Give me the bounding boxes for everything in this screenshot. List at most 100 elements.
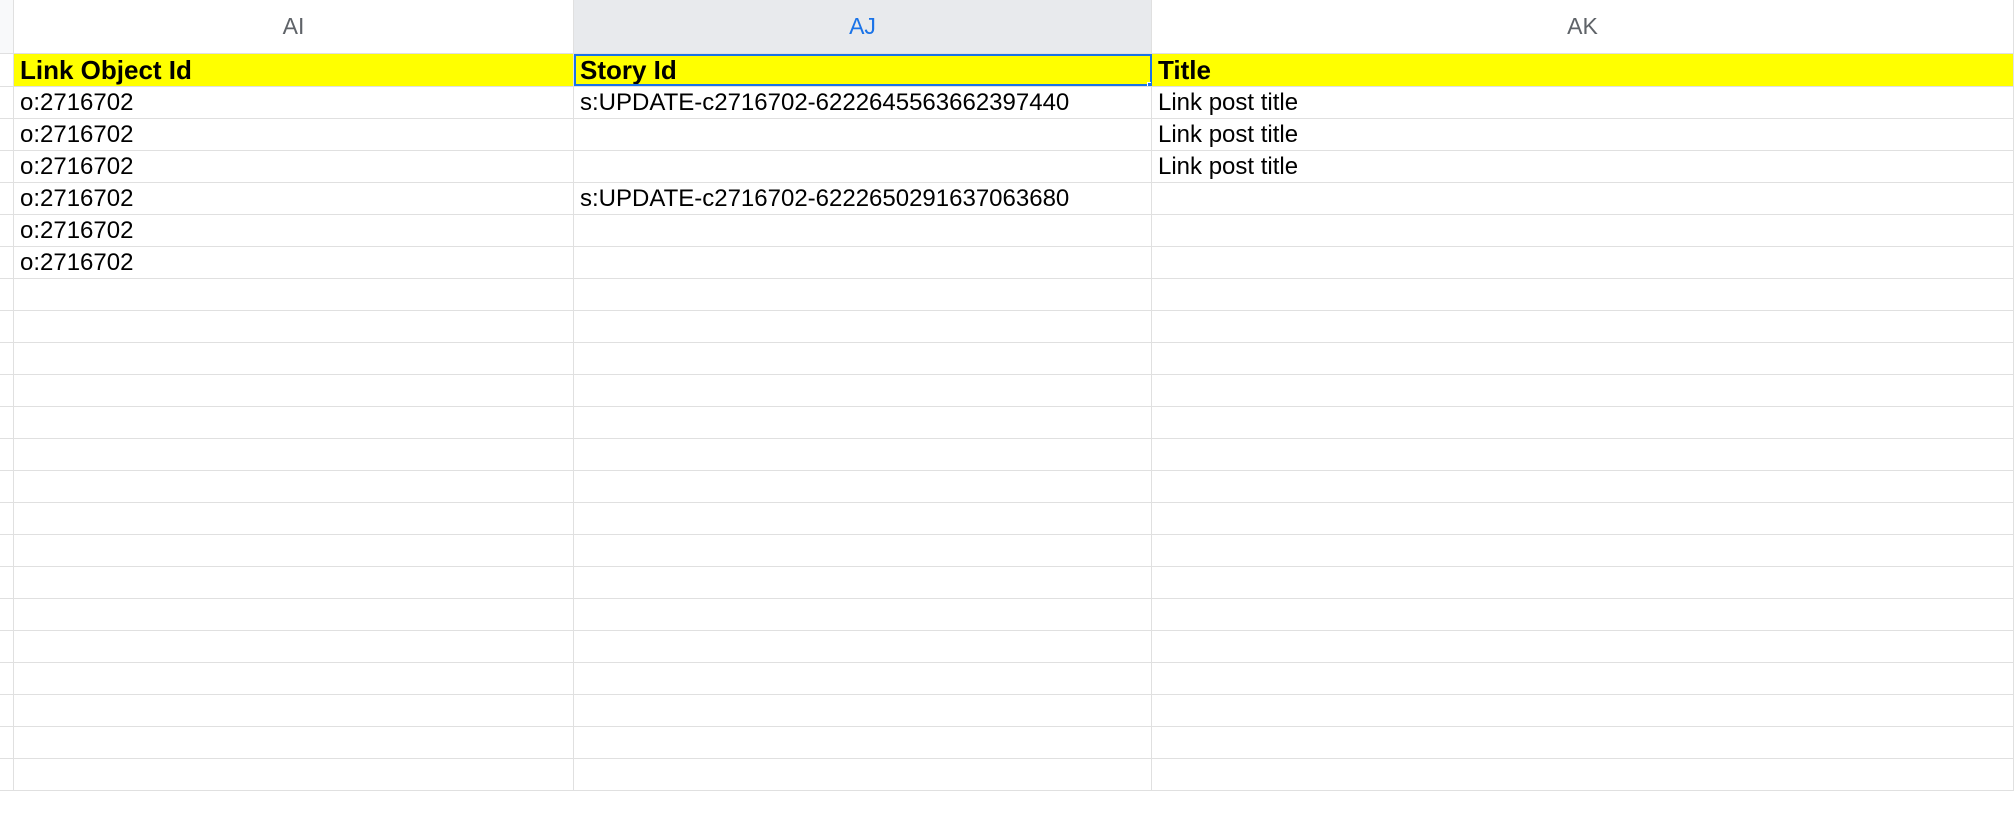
cell[interactable]: [1152, 247, 2014, 278]
row-header[interactable]: [0, 759, 14, 790]
header-cell-title[interactable]: Title: [1152, 54, 2014, 86]
cell[interactable]: o:2716702: [14, 119, 574, 150]
cell[interactable]: [14, 407, 574, 438]
cell[interactable]: [14, 471, 574, 502]
cell[interactable]: [574, 407, 1152, 438]
row-header[interactable]: [0, 407, 14, 438]
cell[interactable]: Link post title: [1152, 151, 2014, 182]
cell[interactable]: [574, 119, 1152, 150]
header-cell-link-object-id[interactable]: Link Object Id: [14, 54, 574, 86]
cell[interactable]: o:2716702: [14, 215, 574, 246]
cell[interactable]: [574, 215, 1152, 246]
cell[interactable]: [574, 727, 1152, 758]
row-header[interactable]: [0, 87, 14, 118]
cell[interactable]: [574, 311, 1152, 342]
cell[interactable]: [1152, 503, 2014, 534]
cell[interactable]: [574, 279, 1152, 310]
cell[interactable]: [1152, 471, 2014, 502]
row-header[interactable]: [0, 439, 14, 470]
cell[interactable]: [1152, 599, 2014, 630]
cell[interactable]: [14, 759, 574, 790]
row-header[interactable]: [0, 54, 14, 86]
column-header-ak[interactable]: AK: [1152, 0, 2014, 53]
row-header[interactable]: [0, 119, 14, 150]
row-header[interactable]: [0, 151, 14, 182]
cell[interactable]: [1152, 311, 2014, 342]
row-header[interactable]: [0, 343, 14, 374]
row-header[interactable]: [0, 375, 14, 406]
cell[interactable]: [574, 695, 1152, 726]
cell[interactable]: [1152, 727, 2014, 758]
cell[interactable]: [574, 535, 1152, 566]
row-header[interactable]: [0, 503, 14, 534]
row-header[interactable]: [0, 695, 14, 726]
cell[interactable]: [574, 375, 1152, 406]
row-header[interactable]: [0, 183, 14, 214]
cell[interactable]: [574, 471, 1152, 502]
row-header[interactable]: [0, 471, 14, 502]
table-row: [0, 439, 2014, 471]
row-header[interactable]: [0, 279, 14, 310]
cell[interactable]: o:2716702: [14, 183, 574, 214]
cell[interactable]: o:2716702: [14, 87, 574, 118]
cell[interactable]: [14, 567, 574, 598]
column-header-ai[interactable]: AI: [14, 0, 574, 53]
cell[interactable]: [14, 375, 574, 406]
cell[interactable]: [14, 727, 574, 758]
cell[interactable]: [1152, 215, 2014, 246]
cell[interactable]: [1152, 535, 2014, 566]
cell[interactable]: [1152, 631, 2014, 662]
table-row: o:2716702 s:UPDATE-c2716702-622265029163…: [0, 183, 2014, 215]
grid: Link Object Id Story Id Title o:2716702 …: [0, 54, 2014, 820]
cell[interactable]: s:UPDATE-c2716702-6222650291637063680: [574, 183, 1152, 214]
cell[interactable]: [1152, 279, 2014, 310]
row-header[interactable]: [0, 727, 14, 758]
corner-cell[interactable]: [0, 0, 14, 53]
cell[interactable]: [574, 759, 1152, 790]
cell[interactable]: [14, 439, 574, 470]
cell[interactable]: [14, 503, 574, 534]
cell[interactable]: [14, 663, 574, 694]
cell[interactable]: [574, 247, 1152, 278]
row-header[interactable]: [0, 311, 14, 342]
cell[interactable]: [574, 439, 1152, 470]
cell[interactable]: [574, 567, 1152, 598]
cell[interactable]: [1152, 343, 2014, 374]
cell[interactable]: [1152, 439, 2014, 470]
cell[interactable]: [1152, 183, 2014, 214]
cell[interactable]: [1152, 695, 2014, 726]
row-header[interactable]: [0, 663, 14, 694]
cell[interactable]: Link post title: [1152, 119, 2014, 150]
row-header[interactable]: [0, 215, 14, 246]
cell[interactable]: [574, 151, 1152, 182]
row-header[interactable]: [0, 631, 14, 662]
row-header[interactable]: [0, 599, 14, 630]
column-header-aj[interactable]: AJ: [574, 0, 1152, 53]
selection-handle[interactable]: [1147, 82, 1152, 86]
cell[interactable]: [14, 599, 574, 630]
cell[interactable]: [14, 535, 574, 566]
row-header[interactable]: [0, 567, 14, 598]
row-header[interactable]: [0, 535, 14, 566]
cell[interactable]: [14, 631, 574, 662]
row-header[interactable]: [0, 247, 14, 278]
cell[interactable]: [1152, 407, 2014, 438]
cell[interactable]: o:2716702: [14, 151, 574, 182]
cell[interactable]: [1152, 759, 2014, 790]
cell[interactable]: [1152, 663, 2014, 694]
header-cell-story-id[interactable]: Story Id: [574, 54, 1152, 86]
cell[interactable]: [14, 279, 574, 310]
cell[interactable]: [574, 631, 1152, 662]
cell[interactable]: [574, 343, 1152, 374]
cell[interactable]: [14, 695, 574, 726]
cell[interactable]: [574, 599, 1152, 630]
cell[interactable]: Link post title: [1152, 87, 2014, 118]
cell[interactable]: s:UPDATE-c2716702-6222645563662397440: [574, 87, 1152, 118]
cell[interactable]: [574, 503, 1152, 534]
cell[interactable]: [574, 663, 1152, 694]
cell[interactable]: o:2716702: [14, 247, 574, 278]
cell[interactable]: [1152, 375, 2014, 406]
cell[interactable]: [1152, 567, 2014, 598]
cell[interactable]: [14, 311, 574, 342]
cell[interactable]: [14, 343, 574, 374]
